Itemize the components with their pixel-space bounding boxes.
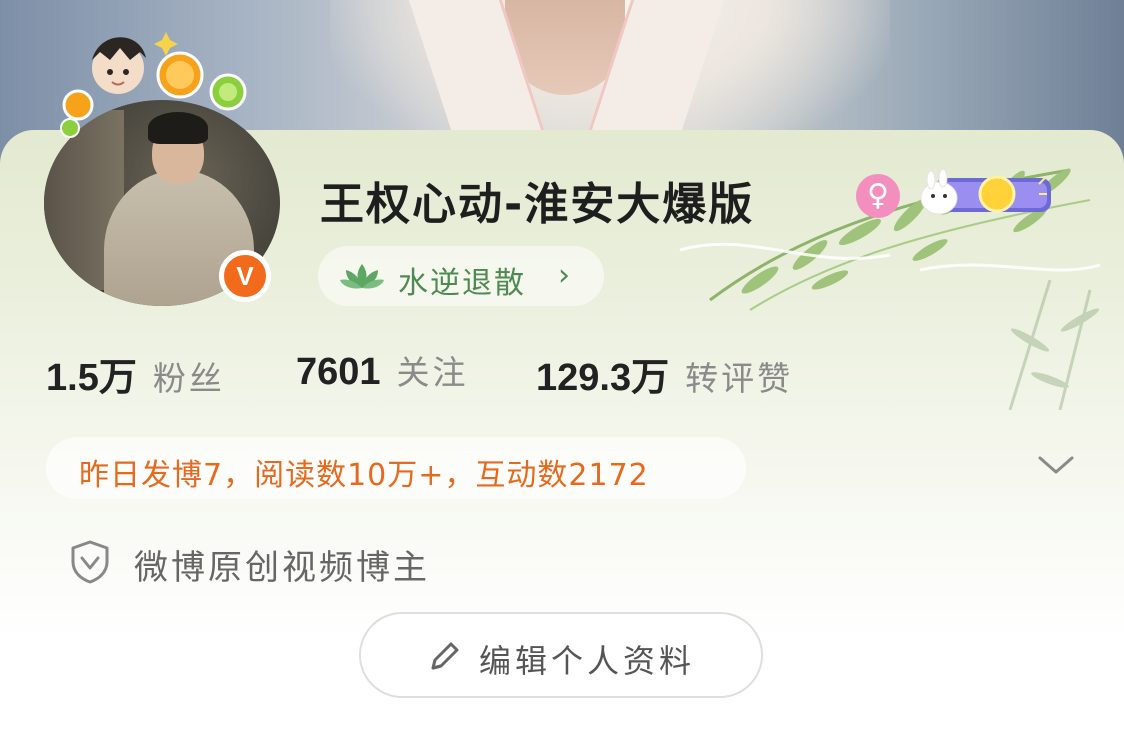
stat-interactions-value: 129.3万 — [536, 357, 670, 399]
verified-badge-icon: V — [219, 250, 271, 302]
female-icon: ♀ — [856, 174, 900, 218]
yesterday-summary-text: 昨日发博7，阅读数10万+，互动数2172 — [79, 458, 649, 493]
stat-followers[interactable]: 1.5万 粉丝 — [46, 346, 225, 401]
stat-followers-label: 粉丝 — [152, 359, 225, 398]
stat-following-value: 7601 — [296, 351, 381, 393]
shield-check-icon — [71, 540, 109, 584]
chevron-right-icon: › — [558, 258, 570, 293]
verification-text: 微博原创视频博主 — [134, 548, 430, 588]
tag-label: 水逆退散 — [398, 266, 526, 301]
username: 王权心动-淮安大爆版 — [320, 179, 755, 230]
stat-following-label: 关注 — [396, 353, 469, 392]
avatar-frame-decoration-icon — [60, 32, 247, 138]
stat-followers-value: 1.5万 — [46, 357, 137, 399]
stat-interactions[interactable]: 129.3万 转评赞 — [536, 346, 793, 401]
stat-interactions-label: 转评赞 — [685, 359, 794, 398]
pencil-icon — [431, 642, 459, 670]
edit-profile-label: 编辑个人资料 — [479, 642, 696, 680]
lotus-icon — [340, 264, 384, 289]
bamboo-watermark-icon — [1008, 280, 1100, 410]
stat-following[interactable]: 7601 关注 — [296, 346, 469, 394]
edit-profile-button[interactable]: 编辑个人资料 — [359, 612, 763, 698]
chevron-down-icon[interactable] — [1036, 450, 1076, 480]
yesterday-summary[interactable]: 昨日发博7，阅读数10万+，互动数2172 — [46, 437, 746, 499]
member-badge-icon[interactable] — [915, 170, 1051, 220]
tag-pill[interactable]: 水逆退散 › — [318, 246, 604, 306]
